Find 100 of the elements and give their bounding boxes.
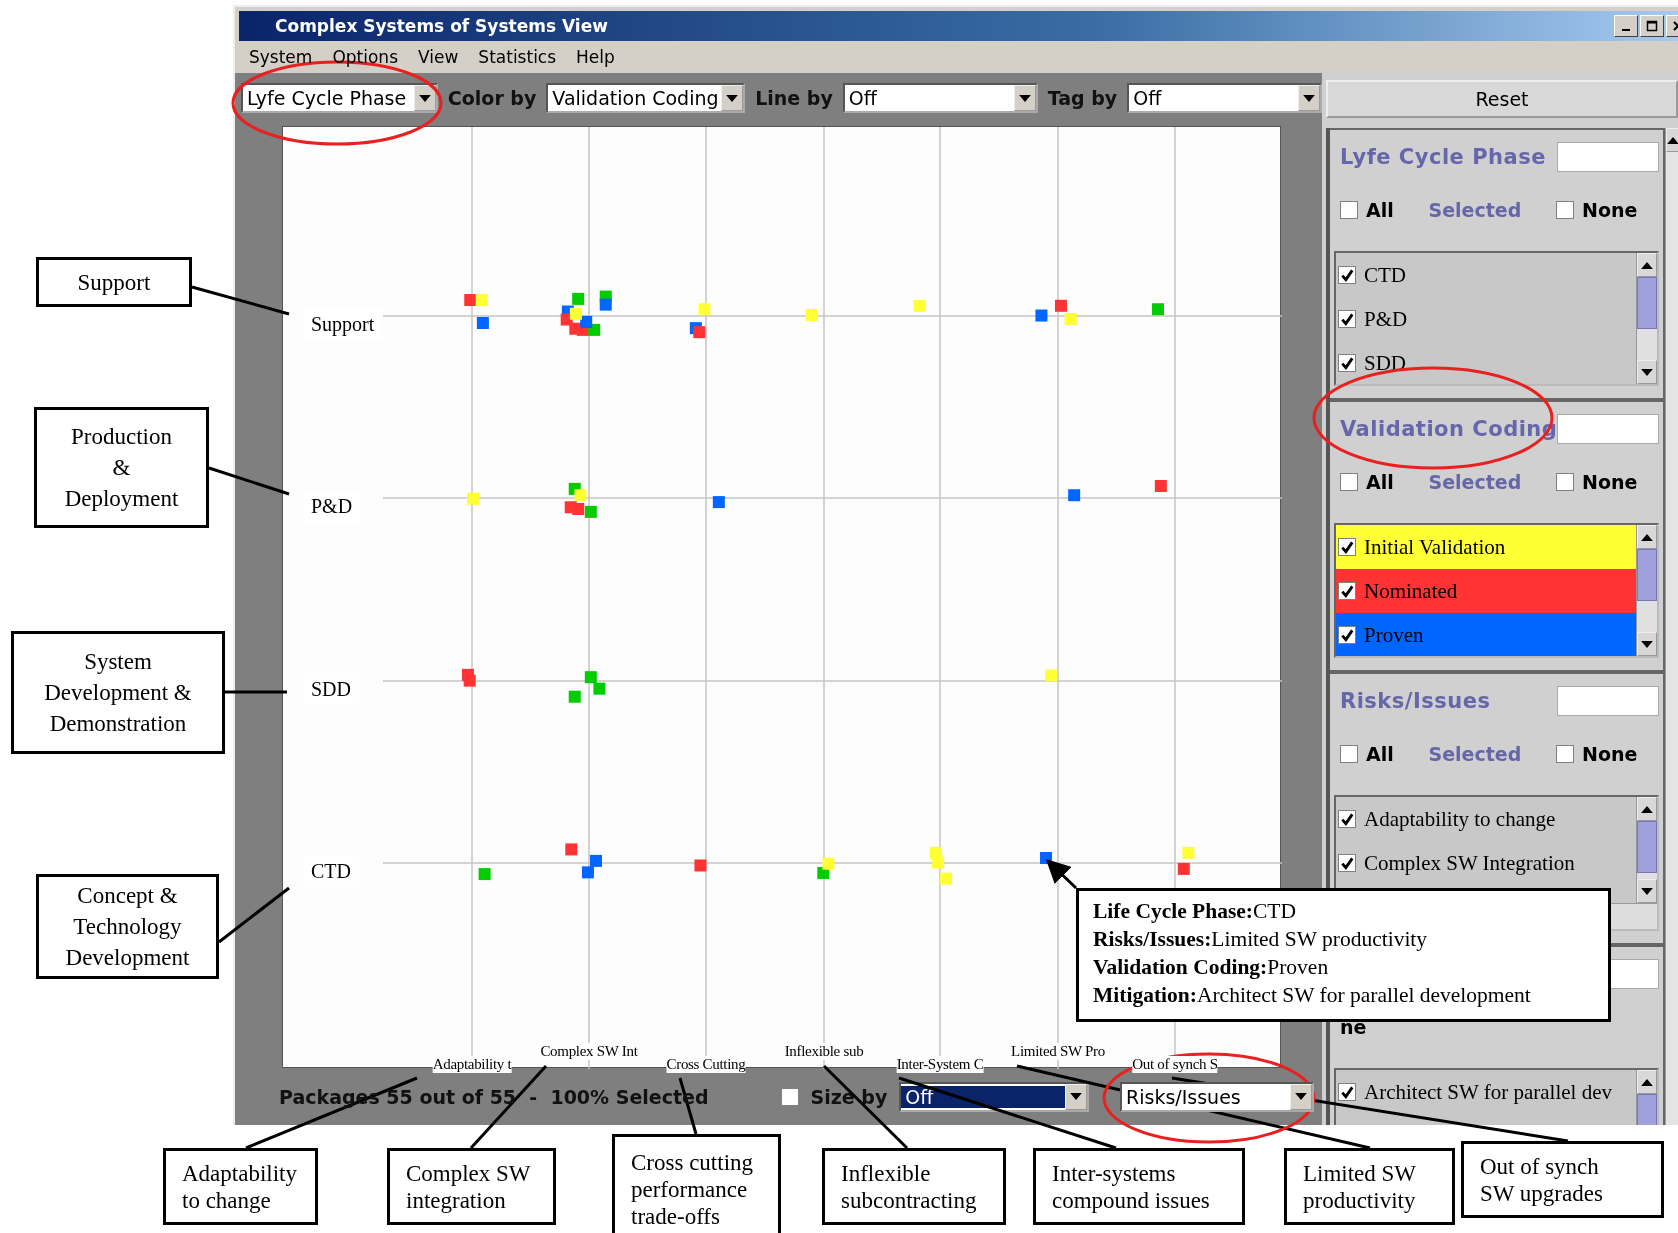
section-title: Risks/Issues xyxy=(1340,689,1491,713)
scroll-up-icon[interactable] xyxy=(1637,253,1658,277)
none-label[interactable]: None xyxy=(1582,199,1638,221)
item-label: Adaptability to change xyxy=(1364,806,1556,832)
checkbox[interactable] xyxy=(780,1087,799,1106)
column-label: Cross Cutting xyxy=(666,1056,746,1073)
checkbox[interactable] xyxy=(1340,745,1358,763)
list-item[interactable]: Adaptability to change xyxy=(1336,797,1637,841)
annotation-label: Concept & Technology Development xyxy=(36,874,219,979)
list-item[interactable]: Proven xyxy=(1336,613,1637,656)
checkbox[interactable] xyxy=(1340,473,1358,491)
dropdown[interactable]: Off xyxy=(842,83,1038,113)
annotation-label: Production & Deployment xyxy=(34,407,209,528)
all-label[interactable]: All xyxy=(1366,471,1394,493)
checkbox[interactable] xyxy=(1338,310,1356,328)
list-item[interactable]: Complex SW Integration xyxy=(1336,841,1637,885)
checkbox[interactable] xyxy=(1338,1083,1356,1101)
column-label: Complex SW Int xyxy=(540,1043,638,1060)
tooltip-text: Validation Coding:Proven xyxy=(1093,954,1329,981)
toolbar-label: Tag by xyxy=(1047,87,1118,109)
menu-item[interactable]: Help xyxy=(576,47,615,67)
filter-field[interactable] xyxy=(1557,414,1660,444)
annotation-label: Support xyxy=(36,257,192,307)
scroll-up-icon[interactable] xyxy=(1637,797,1658,821)
checkbox[interactable] xyxy=(1338,354,1356,372)
scrollbar[interactable] xyxy=(1665,128,1678,1125)
column-label: Limited SW Pro xyxy=(1011,1043,1105,1060)
annotation-label: Complex SW integration xyxy=(387,1148,556,1225)
checkbox[interactable] xyxy=(1338,266,1356,284)
menu-item[interactable]: System xyxy=(249,47,313,67)
annotation-label: Inflexible subcontracting xyxy=(822,1148,1006,1225)
annotation-label: Inter-systems compound issues xyxy=(1033,1148,1245,1225)
list-item[interactable]: Initial Validation xyxy=(1336,525,1637,569)
annotation-label: Adaptability to change xyxy=(163,1148,318,1225)
dropdown[interactable]: Off xyxy=(1127,83,1322,113)
scroll-thumb[interactable] xyxy=(1637,821,1658,873)
maximize-icon[interactable] xyxy=(1640,15,1664,37)
list-item[interactable]: CTD xyxy=(1336,253,1637,297)
annotation-label: Out of synch SW upgrades xyxy=(1461,1141,1664,1218)
scroll-thumb[interactable] xyxy=(1637,549,1658,601)
checkbox[interactable] xyxy=(1338,626,1356,644)
size-by-label: Size by xyxy=(810,1085,888,1108)
filter-field[interactable] xyxy=(1557,142,1660,172)
scrollbar[interactable] xyxy=(1636,797,1658,903)
item-label: CTD xyxy=(1364,262,1406,288)
column-label: Out of synch S xyxy=(1132,1056,1218,1073)
column-label: Inter-System C xyxy=(896,1056,984,1073)
minimize-icon[interactable] xyxy=(1614,15,1638,37)
scroll-up-icon[interactable] xyxy=(1637,1070,1658,1094)
checkbox[interactable] xyxy=(1338,810,1356,828)
checkbox[interactable] xyxy=(1556,473,1574,491)
scroll-thumb[interactable] xyxy=(1637,277,1658,329)
dropdown[interactable]: Validation Coding xyxy=(546,83,746,113)
checkbox[interactable] xyxy=(1556,201,1574,219)
scrollbar[interactable] xyxy=(1636,253,1658,384)
none-label[interactable]: None xyxy=(1582,471,1638,493)
reset-button[interactable]: Reset xyxy=(1326,80,1678,118)
item-label: Proven xyxy=(1364,622,1424,648)
annotation-label: System Development & Demonstration xyxy=(11,631,225,754)
menu-item[interactable]: Statistics xyxy=(478,47,557,67)
item-label: Nominated xyxy=(1364,578,1458,604)
window-title: Complex Systems of Systems View xyxy=(275,16,608,36)
item-label: SDD xyxy=(1364,350,1406,376)
scroll-down-icon[interactable] xyxy=(1637,879,1658,903)
checkbox[interactable] xyxy=(1338,854,1356,872)
list-item[interactable]: P&D xyxy=(1336,297,1637,341)
item-label: Initial Validation xyxy=(1364,534,1506,560)
scrollbar[interactable] xyxy=(1636,525,1658,656)
menu-item[interactable]: View xyxy=(418,47,459,67)
item-label: Architect SW for parallel dev xyxy=(1364,1079,1612,1105)
column-label: Inflexible sub xyxy=(784,1043,864,1060)
item-label: P&D xyxy=(1364,306,1408,332)
checkbox[interactable] xyxy=(1338,538,1356,556)
list-item[interactable]: Nominated xyxy=(1336,569,1637,613)
annotation-label: Cross cutting performance trade-offs xyxy=(612,1134,781,1233)
dropdown[interactable]: Risks/Issues xyxy=(1120,1081,1314,1112)
checkbox[interactable] xyxy=(1340,201,1358,219)
menu-item[interactable]: Options xyxy=(332,47,398,67)
leader-line xyxy=(225,690,287,694)
list-item[interactable]: SDD xyxy=(1336,341,1637,384)
checkbox[interactable] xyxy=(1556,745,1574,763)
annotation-label: Limited SW productivity xyxy=(1284,1148,1455,1225)
filter-field[interactable] xyxy=(1557,686,1660,716)
item-label: Complex SW Integration xyxy=(1364,850,1575,876)
tooltip-text: Risks/Issues:Limited SW productivity xyxy=(1093,926,1428,953)
leader-line xyxy=(218,886,290,944)
section-title: Lyfe Cycle Phase xyxy=(1340,145,1546,169)
none-label[interactable]: None xyxy=(1582,743,1638,765)
tooltip-text: Life Cycle Phase:CTD xyxy=(1093,898,1296,925)
scroll-down-icon[interactable] xyxy=(1637,632,1658,656)
scroll-down-icon[interactable] xyxy=(1637,360,1658,384)
all-label[interactable]: All xyxy=(1366,199,1394,221)
scroll-up-icon[interactable] xyxy=(1637,525,1658,549)
scroll-up-icon[interactable] xyxy=(1666,128,1678,152)
dropdown[interactable]: Lyfe Cycle Phase xyxy=(241,83,438,113)
all-label[interactable]: All xyxy=(1366,743,1394,765)
checkbox[interactable] xyxy=(1338,582,1356,600)
column-label: Adaptability t xyxy=(432,1056,512,1073)
toolbar-label: Line by xyxy=(755,87,833,109)
dropdown[interactable]: Off xyxy=(899,1081,1090,1112)
